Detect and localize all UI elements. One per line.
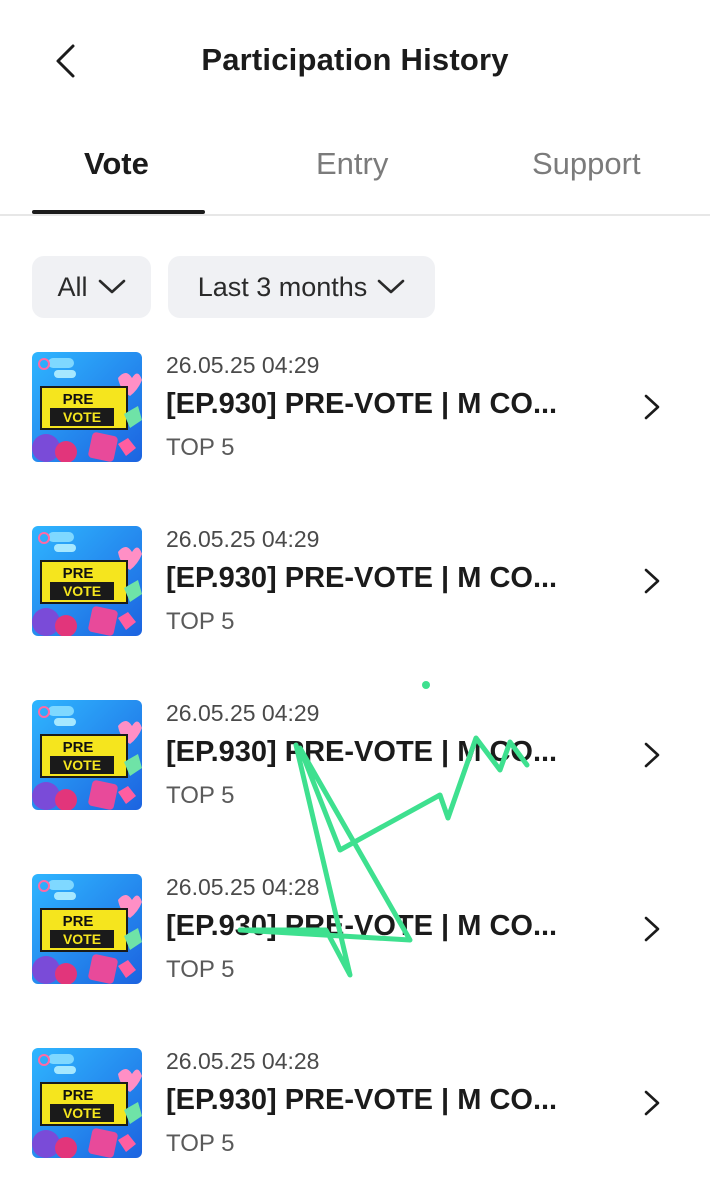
- active-tab-indicator: [32, 210, 205, 214]
- vote-history-item-1[interactable]: PRE VOTE 26.05.25 04:29 [EP.930] PRE-VOT…: [0, 352, 710, 502]
- tab-entry[interactable]: Entry: [316, 146, 388, 182]
- svg-text:PRE: PRE: [63, 1087, 94, 1104]
- header: Participation History: [0, 0, 710, 120]
- page-title: Participation History: [201, 42, 509, 77]
- event-thumbnail: PRE VOTE: [32, 1048, 142, 1158]
- chevron-right-icon: [644, 916, 660, 942]
- tab-bar: Vote Entry Support: [0, 120, 710, 216]
- vote-history-item-2[interactable]: PRE VOTE 26.05.25 04:29 [EP.930] PRE-VOT…: [0, 526, 710, 676]
- svg-text:VOTE: VOTE: [63, 583, 101, 599]
- chevron-down-icon: [98, 279, 126, 295]
- item-date: 26.05.25 04:29: [166, 700, 320, 726]
- chevron-right-icon: [644, 742, 660, 768]
- item-rank: TOP 5: [166, 608, 235, 635]
- svg-text:VOTE: VOTE: [63, 409, 101, 425]
- svg-text:VOTE: VOTE: [63, 1105, 101, 1121]
- type-filter-label: All: [57, 271, 88, 302]
- chevron-right-icon: [644, 1090, 660, 1116]
- item-title: [EP.930] PRE-VOTE | M CO...: [166, 562, 558, 594]
- vote-history-item-4[interactable]: PRE VOTE 26.05.25 04:28 [EP.930] PRE-VOT…: [0, 874, 710, 1024]
- item-rank: TOP 5: [166, 1130, 235, 1157]
- svg-text:PRE: PRE: [63, 565, 94, 582]
- item-date: 26.05.25 04:28: [166, 874, 320, 900]
- type-filter-dropdown[interactable]: All: [32, 256, 151, 318]
- item-rank: TOP 5: [166, 956, 235, 983]
- event-thumbnail: PRE VOTE: [32, 526, 142, 636]
- tab-support[interactable]: Support: [532, 146, 641, 182]
- svg-text:PRE: PRE: [63, 391, 94, 408]
- item-title: [EP.930] PRE-VOTE | M CO...: [166, 910, 558, 942]
- vote-history-item-5[interactable]: PRE VOTE 26.05.25 04:28 [EP.930] PRE-VOT…: [0, 1048, 710, 1198]
- chevron-right-icon: [644, 568, 660, 594]
- svg-text:PRE: PRE: [63, 739, 94, 756]
- item-title: [EP.930] PRE-VOTE | M CO...: [166, 388, 558, 420]
- chevron-right-icon: [644, 394, 660, 420]
- period-filter-dropdown[interactable]: Last 3 months: [168, 256, 435, 318]
- item-rank: TOP 5: [166, 434, 235, 461]
- item-date: 26.05.25 04:29: [166, 526, 320, 552]
- vote-history-item-3[interactable]: PRE VOTE 26.05.25 04:29 [EP.930] PRE-VOT…: [0, 700, 710, 850]
- svg-text:VOTE: VOTE: [63, 757, 101, 773]
- event-thumbnail: PRE VOTE: [32, 874, 142, 984]
- event-thumbnail: PRE VOTE: [32, 700, 142, 810]
- svg-text:VOTE: VOTE: [63, 931, 101, 947]
- tab-vote[interactable]: Vote: [84, 146, 149, 182]
- svg-text:PRE: PRE: [63, 913, 94, 930]
- chevron-down-icon: [377, 279, 405, 295]
- item-rank: TOP 5: [166, 782, 235, 809]
- item-date: 26.05.25 04:29: [166, 352, 320, 378]
- item-date: 26.05.25 04:28: [166, 1048, 320, 1074]
- item-title: [EP.930] PRE-VOTE | M CO...: [166, 736, 558, 768]
- event-thumbnail: PRE VOTE: [32, 352, 142, 462]
- item-title: [EP.930] PRE-VOTE | M CO...: [166, 1084, 558, 1116]
- period-filter-label: Last 3 months: [197, 271, 368, 302]
- participation-history-screen: Participation History Vote Entry Support…: [0, 0, 710, 1200]
